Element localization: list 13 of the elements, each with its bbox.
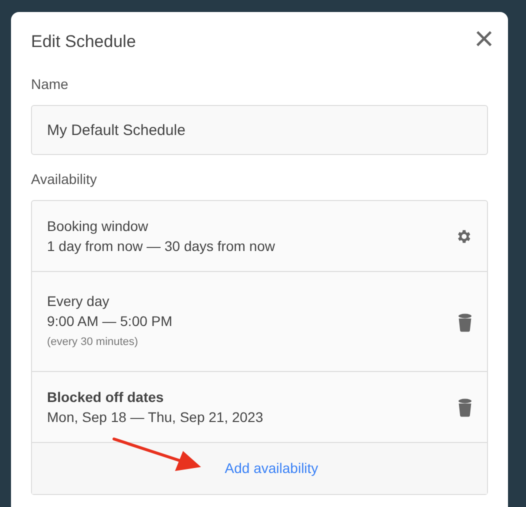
row-title: Blocked off dates xyxy=(47,388,165,407)
dialog-title: Edit Schedule xyxy=(31,32,136,52)
row-detail: 9:00 AM — 5:00 PM xyxy=(47,312,172,331)
row-detail: 1 day from now — 30 days from now xyxy=(47,237,275,256)
field-label: Name xyxy=(31,75,68,94)
add-availability-link[interactable]: Add availability xyxy=(200,458,318,479)
section-label: Availability xyxy=(31,170,97,189)
row-note: (every 30 minutes) xyxy=(47,335,140,350)
row-detail: Mon, Sep 18 — Thu, Sep 21, 2023 xyxy=(47,408,264,427)
row-title: Booking window xyxy=(47,217,150,236)
close-button[interactable]: × xyxy=(472,24,496,54)
row-title: Every day xyxy=(47,292,110,311)
name-field[interactable]: My Default Schedule xyxy=(31,105,488,155)
